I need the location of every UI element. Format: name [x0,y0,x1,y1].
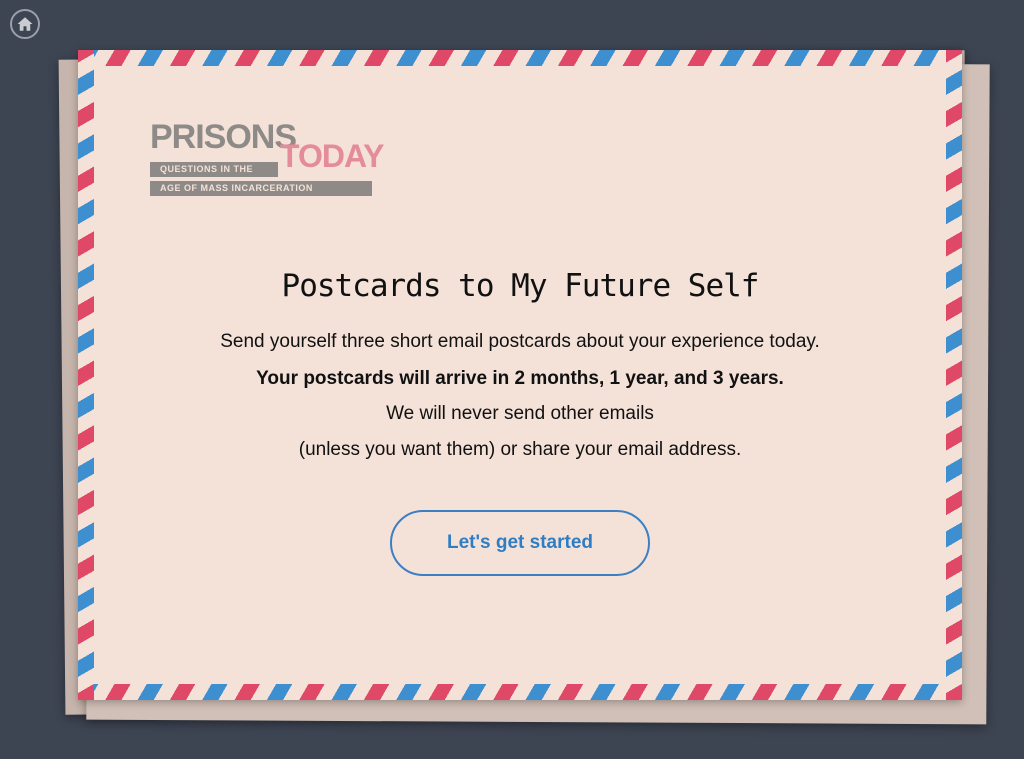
page-title: Postcards to My Future Self [281,268,760,304]
privacy-text-1: We will never send other emails [386,403,654,424]
schedule-text: Your postcards will arrive in 2 months, … [256,368,784,389]
prisons-today-logo: PRISONS TODAY QUESTIONS IN THE AGE OF MA… [150,118,384,198]
logo-tagline-1: QUESTIONS IN THE [150,162,278,177]
privacy-text-2: (unless you want them) or share your ema… [298,439,742,460]
airmail-border-top [78,50,962,66]
airmail-border-bottom [78,684,962,700]
intro-text: Send yourself three short email postcard… [220,331,820,352]
logo-word-today: TODAY [280,138,384,174]
logo-tagline-2: AGE OF MASS INCARCERATION [150,181,372,196]
home-button[interactable] [10,9,40,39]
logo-word-prisons: PRISONS [150,118,297,156]
home-icon [17,17,33,31]
get-started-button[interactable]: Let's get started [390,510,650,576]
airmail-envelope: PRISONS TODAY QUESTIONS IN THE AGE OF MA… [78,50,962,700]
